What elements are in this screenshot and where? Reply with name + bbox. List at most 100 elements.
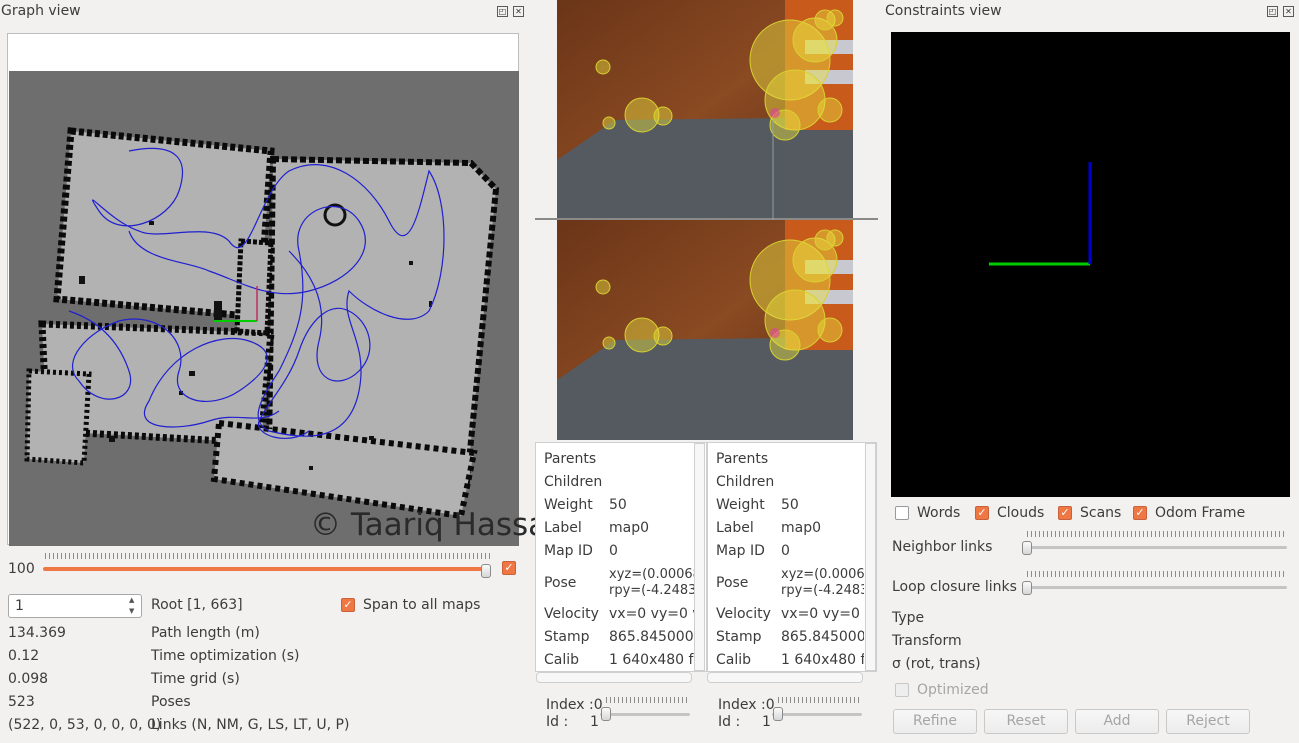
info-map-id: 0 [781,543,790,559]
id-label: Id : [546,714,569,730]
node-info-right-hscroll[interactable] [707,672,863,683]
node-info-left: Parents Children Weight 50 Label map0 Ma… [535,442,707,672]
words-checkbox[interactable] [895,506,909,520]
span-maps-label: Span to all maps [363,597,481,613]
graph-slider-track[interactable] [43,567,489,571]
clouds-checkbox[interactable]: ✓ [975,506,989,520]
info-label: Map ID [716,543,765,559]
index-label: Index :0 [718,697,775,713]
info-pose-rpy: rpy=(-4.2483 [781,583,864,598]
info-label: Calib [544,652,580,668]
index-label: Index :0 [546,697,603,713]
root-spinbox[interactable]: 1 ▲ ▼ [8,594,142,618]
index-slider-ticks [778,697,862,703]
info-calib: 1 640x480 fx [609,652,694,668]
spin-up-icon[interactable]: ▲ [129,596,134,604]
spin-down-icon[interactable]: ▼ [129,607,134,615]
constraints-view-title: Constraints view [885,3,1002,19]
float-icon[interactable]: ◰ [497,6,508,17]
close-icon[interactable]: ✕ [1283,6,1294,17]
info-label: Weight [544,497,593,513]
neighbor-slider-track[interactable] [1022,546,1287,549]
node-info-left-hscroll[interactable] [536,672,692,683]
graph-slider-handle[interactable] [481,564,491,578]
node-info-right: Parents Children Weight 50 Label map0 Ma… [707,442,877,672]
info-velocity: vx=0 vy=0 vz [781,606,864,622]
loop-slider-track[interactable] [1022,586,1287,589]
info-label: Children [716,474,775,490]
root-spinbox-value: 1 [15,598,24,614]
neighbor-slider-handle[interactable] [1022,541,1032,555]
optimized-checkbox[interactable] [895,683,909,697]
float-icon[interactable]: ◰ [1267,6,1278,17]
index-slider-handle[interactable] [773,707,783,721]
transform-label: Transform [892,633,962,649]
watermark: © Taariq Hassan [310,507,567,543]
info-label: Pose [544,575,577,591]
info-label: Parents [544,451,597,467]
checkmark-icon: ✓ [504,561,514,574]
camera-images [535,0,878,440]
odom-frame-checkbox[interactable]: ✓ [1133,506,1147,520]
id-value: 1 [590,714,599,730]
info-label: Stamp [544,629,590,645]
checkmark-icon: ✓ [977,506,987,519]
info-label: Stamp [716,629,762,645]
words-label: Words [917,505,961,521]
graph-view-title: Graph view [1,3,81,19]
origin-axes [989,162,1092,266]
image-views [535,0,878,440]
info-label-value: map0 [609,520,650,536]
info-label: Weight [716,497,765,513]
span-maps-checkbox[interactable]: ✓ [341,598,355,612]
loop-closure-label: Loop closure links [892,579,1017,595]
stat-label: Time grid (s) [151,671,240,687]
info-weight: 50 [781,497,799,513]
neighbor-slider-ticks [1027,531,1285,537]
reject-button[interactable]: Reject [1166,709,1250,734]
stat-value: 0.098 [8,671,49,687]
optimized-label: Optimized [917,682,989,698]
graph-canvas[interactable] [7,33,519,546]
index-slider-track[interactable] [772,713,862,716]
odom-frame-label: Odom Frame [1155,505,1246,521]
stat-value: 0.12 [8,648,40,664]
close-icon[interactable]: ✕ [513,6,524,17]
graph-slider-ticks [45,553,491,559]
add-button[interactable]: Add [1075,709,1159,734]
stat-value: 134.369 [8,625,66,641]
info-label: Calib [716,652,752,668]
info-label: Map ID [544,543,593,559]
info-label: Children [544,474,603,490]
stat-label: Time optimization (s) [151,648,300,664]
node-info-left-vscroll[interactable] [694,443,705,671]
stat-value: (522, 0, 53, 0, 0, 0, 0) [8,717,162,733]
id-value: 1 [762,714,771,730]
checkmark-icon: ✓ [1135,506,1145,519]
scans-checkbox[interactable]: ✓ [1058,506,1072,520]
info-pose-xyz: xyz=(0.00068 [781,567,864,582]
info-stamp: 865.845000 [781,629,864,645]
info-calib: 1 640x480 fx [781,652,864,668]
info-label: Label [716,520,754,536]
constraints-3d-view[interactable] [891,32,1290,497]
checkmark-icon: ✓ [1060,506,1070,519]
info-label: Velocity [716,606,771,622]
index-slider-track[interactable] [600,713,690,716]
loop-slider-ticks [1027,571,1285,577]
graph-slider-checkbox[interactable]: ✓ [502,561,516,575]
index-slider-handle[interactable] [601,707,611,721]
graph-slider-value: 100 [8,561,35,577]
sigma-label: σ (rot, trans) [892,656,981,672]
root-label: Root [1, 663] [151,597,243,613]
stat-value: 523 [8,694,35,710]
reset-button[interactable]: Reset [984,709,1068,734]
info-pose-xyz: xyz=(0.00068 [609,567,694,582]
id-label: Id : [718,714,741,730]
stat-label: Links (N, NM, G, LS, LT, U, P) [151,717,350,733]
info-label: Label [544,520,582,536]
loop-slider-handle[interactable] [1022,581,1032,595]
node-info-right-vscroll[interactable] [865,443,876,671]
info-label-value: map0 [781,520,822,536]
refine-button[interactable]: Refine [893,709,977,734]
